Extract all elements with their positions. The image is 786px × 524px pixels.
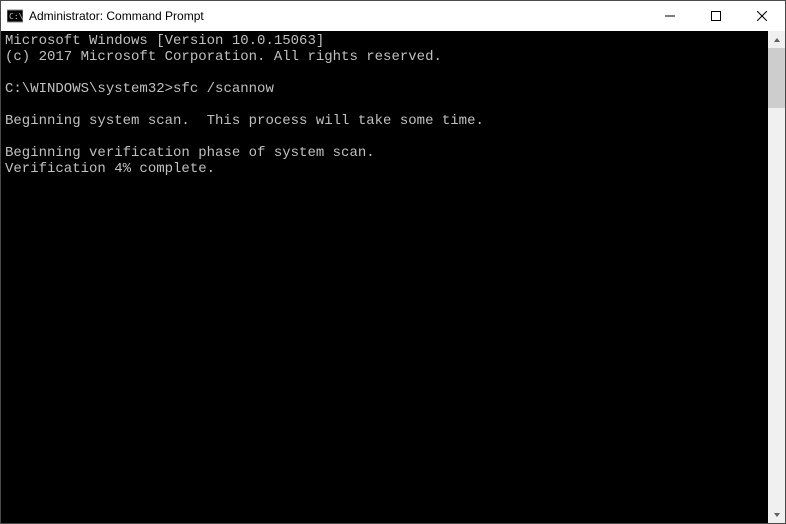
output-line: Microsoft Windows [Version 10.0.15063] xyxy=(5,33,324,49)
cmd-icon: C:\ xyxy=(7,8,23,24)
scroll-down-button[interactable] xyxy=(768,506,785,523)
window-controls xyxy=(647,1,785,31)
entered-command: sfc /scannow xyxy=(173,81,274,97)
vertical-scrollbar[interactable] xyxy=(768,31,785,523)
close-button[interactable] xyxy=(739,1,785,31)
output-line: (c) 2017 Microsoft Corporation. All righ… xyxy=(5,49,442,65)
maximize-button[interactable] xyxy=(693,1,739,31)
scroll-up-button[interactable] xyxy=(768,31,785,48)
titlebar[interactable]: C:\ Administrator: Command Prompt xyxy=(1,1,785,31)
minimize-button[interactable] xyxy=(647,1,693,31)
scroll-thumb[interactable] xyxy=(768,48,785,108)
titlebar-left: C:\ Administrator: Command Prompt xyxy=(1,8,647,24)
scroll-track[interactable] xyxy=(768,48,785,506)
command-prompt-window: C:\ Administrator: Command Prompt Micros… xyxy=(0,0,786,524)
output-line: Beginning verification phase of system s… xyxy=(5,145,375,161)
output-line: Beginning system scan. This process will… xyxy=(5,113,484,129)
terminal-output[interactable]: Microsoft Windows [Version 10.0.15063] (… xyxy=(1,31,768,523)
prompt-path: C:\WINDOWS\system32> xyxy=(5,81,173,97)
terminal-area: Microsoft Windows [Version 10.0.15063] (… xyxy=(1,31,785,523)
window-title: Administrator: Command Prompt xyxy=(29,9,204,23)
svg-text:C:\: C:\ xyxy=(9,12,23,21)
output-line: Verification 4% complete. xyxy=(5,161,215,177)
